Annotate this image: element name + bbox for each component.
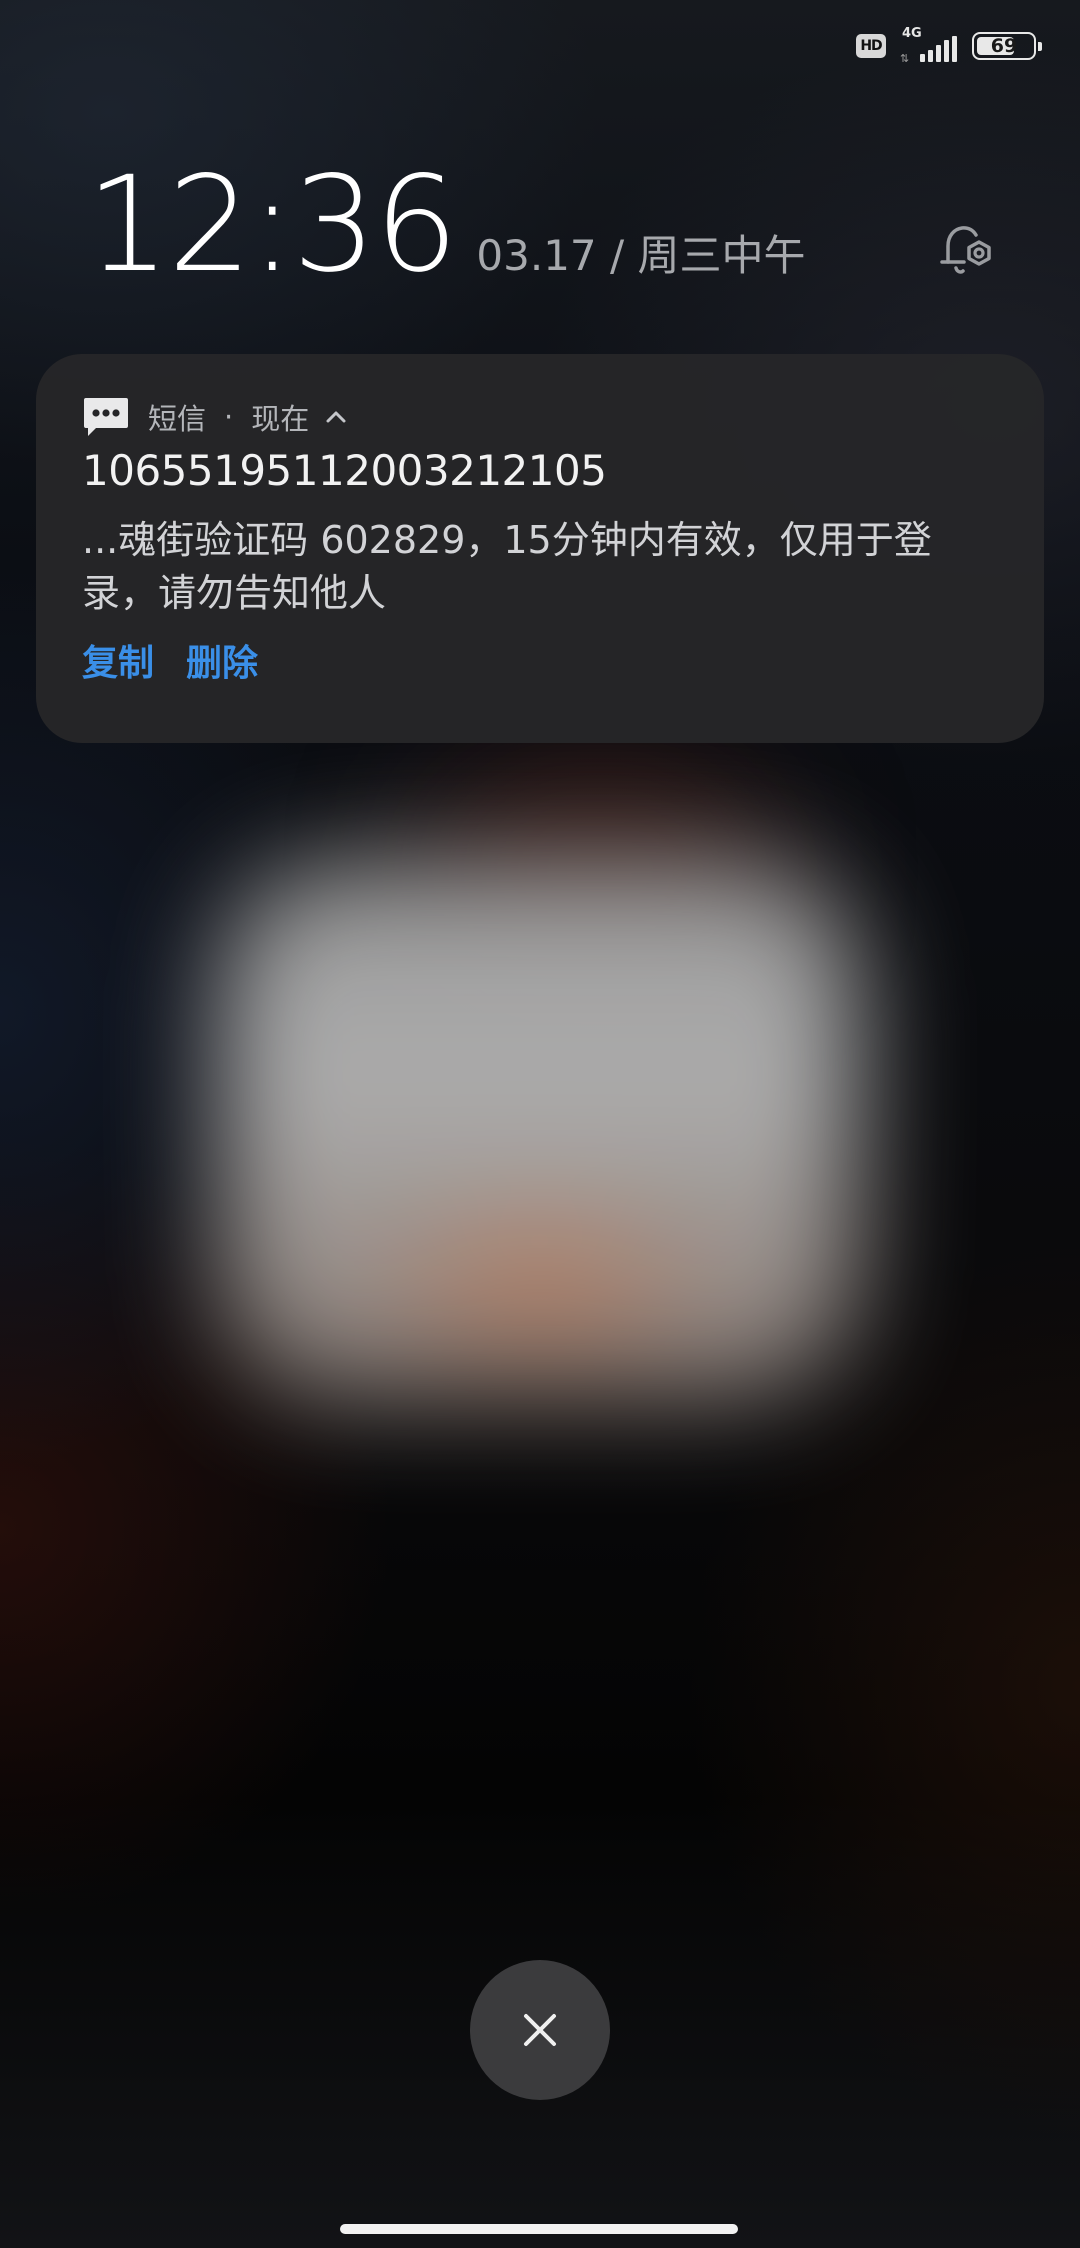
battery-icon: 69 <box>972 32 1042 60</box>
signal-bars-icon <box>920 36 957 62</box>
notification-actions: 复制 删除 <box>82 634 258 686</box>
status-bar: HD 4G ⇅ 69 <box>856 26 1042 65</box>
notification-header: 短信 · 现在 <box>82 394 347 440</box>
clear-notifications-button[interactable] <box>470 1960 610 2100</box>
clock-time: 12:36 <box>86 148 458 302</box>
wallpaper-blurred-art <box>220 860 860 1400</box>
notification-settings-button[interactable] <box>928 216 1000 288</box>
notification-app-name: 短信 <box>148 402 207 436</box>
header-separator: · <box>224 400 234 434</box>
close-icon <box>524 2014 556 2046</box>
battery-level: 69 <box>990 35 1018 57</box>
clock-row: 12:36 03.17 / 周三中午 <box>86 148 806 302</box>
chevron-up-icon[interactable] <box>325 410 347 424</box>
notification-time: 现在 <box>251 402 310 436</box>
home-indicator[interactable] <box>340 2224 738 2234</box>
data-arrows-icon: ⇅ <box>900 52 910 65</box>
hd-icon: HD <box>856 34 886 58</box>
sms-notification-card[interactable]: 短信 · 现在 10655195112003212105 ...魂街验证码 60… <box>36 354 1044 743</box>
notification-sender: 10655195112003212105 <box>82 446 607 495</box>
network-indicator: 4G ⇅ <box>898 26 960 65</box>
delete-button[interactable]: 删除 <box>186 634 258 686</box>
battery-tip <box>1038 42 1042 51</box>
bell-gear-icon <box>940 226 991 274</box>
network-type-label: 4G <box>902 26 922 41</box>
copy-button[interactable]: 复制 <box>82 634 154 686</box>
notification-message: ...魂街验证码 602829，15分钟内有效，仅用于登录，请勿告知他人 <box>82 518 932 615</box>
sms-bubble-icon <box>84 398 128 436</box>
clock-date: 03.17 / 周三中午 <box>476 231 806 280</box>
